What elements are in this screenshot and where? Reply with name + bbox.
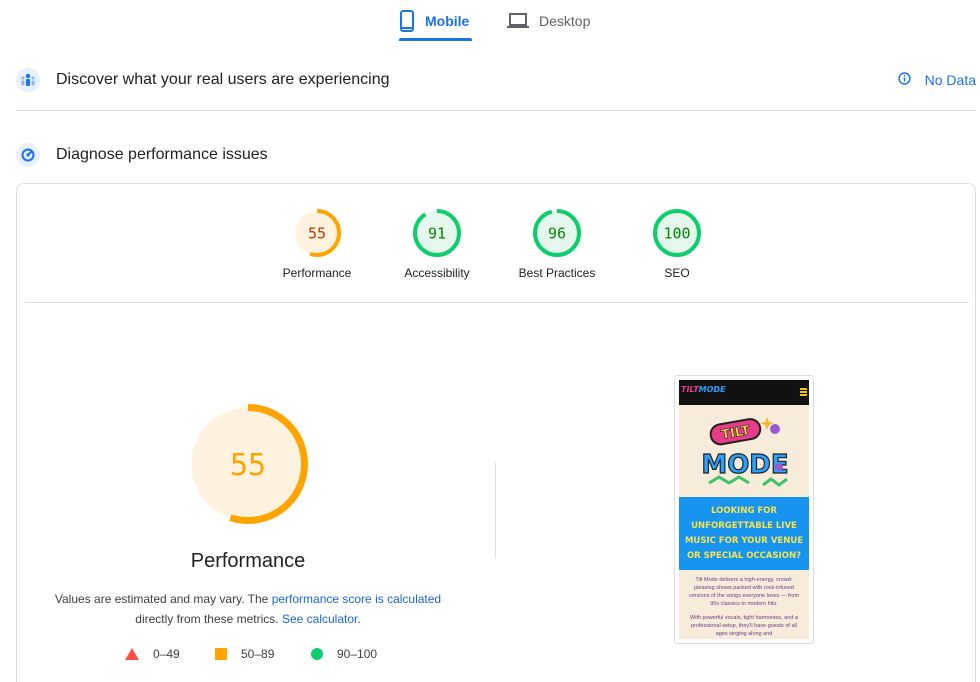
gauge-label: Accessibility xyxy=(404,266,470,280)
see-calculator-link[interactable]: See calculator xyxy=(282,612,357,626)
preview-body-paragraph-2: With powerful vocals, tight harmonies, a… xyxy=(690,615,798,637)
gauge-label: Performance xyxy=(282,266,352,280)
field-data-header[interactable]: Discover what your real users are experi… xyxy=(16,60,976,100)
laptop-icon xyxy=(507,12,529,30)
tab-desktop[interactable]: Desktop xyxy=(507,0,607,42)
preview-body: Tilt Mode delivers a high-energy, crowd-… xyxy=(679,570,809,639)
field-data-title: Discover what your real users are experi… xyxy=(56,71,390,88)
preview-body-paragraph-1: Tilt Mode delivers a high-energy, crowd-… xyxy=(688,577,800,607)
circle-icon xyxy=(311,648,323,660)
note-suffix: . xyxy=(357,612,361,626)
gauge-seo[interactable]: 100 SEO xyxy=(622,208,732,280)
gauge-score-value: 96 xyxy=(548,224,566,242)
gauge-ring: 55 xyxy=(293,209,341,257)
square-icon xyxy=(215,648,227,660)
performance-title: Performance xyxy=(190,550,306,572)
gauge-score-value: 55 xyxy=(308,224,326,242)
legend-average: 50–89 xyxy=(215,647,274,661)
diagnose-icon xyxy=(16,143,40,167)
device-tabs: Mobile Desktop xyxy=(0,0,980,44)
performance-big-gauge: 55 xyxy=(188,404,308,524)
diagnose-title: Diagnose performance issues xyxy=(56,146,268,163)
gauge-label: Best Practices xyxy=(518,266,596,280)
gauge-performance[interactable]: 55 Performance xyxy=(262,208,372,280)
vertical-divider xyxy=(495,462,496,558)
gauge-ring: 100 xyxy=(653,209,701,257)
gauge-ring: 96 xyxy=(533,209,581,257)
triangle-icon xyxy=(125,648,139,660)
section-divider xyxy=(16,110,976,111)
preview-navbar: TILTMODE xyxy=(679,380,809,405)
gauge-label: SEO xyxy=(664,266,690,280)
gauge-accessibility[interactable]: 91 Accessibility xyxy=(382,208,492,280)
users-icon xyxy=(16,68,40,92)
active-tab-indicator xyxy=(399,38,472,41)
gauge-best-practices[interactable]: 96 Best Practices xyxy=(502,208,612,280)
legend-pass: 90–100 xyxy=(311,647,377,661)
tab-mobile-label: Mobile xyxy=(425,13,470,29)
tilt-mode-logo: TILT MODE xyxy=(701,417,789,487)
score-gauges: 55 Performance 91 Accessibility 96 Best … xyxy=(17,208,977,288)
performance-score-link[interactable]: performance score is calculated xyxy=(272,592,441,606)
page-screenshot-preview[interactable]: TILTMODE TILT MODE LOOKING FOR UNFORGETT… xyxy=(674,375,814,644)
gauge-ring: 91 xyxy=(413,209,461,257)
preview-nav-logo: TILTMODE xyxy=(681,385,726,394)
preview-nav-logo-b: MODE xyxy=(698,385,726,394)
hamburger-icon xyxy=(800,388,807,396)
diagnose-header: Diagnose performance issues xyxy=(16,135,976,175)
legend-average-range: 50–89 xyxy=(241,647,275,661)
gauge-score-value: 91 xyxy=(428,224,446,242)
score-legend: 0–49 50–89 90–100 xyxy=(125,647,425,663)
gauge-score-value: 100 xyxy=(663,224,690,242)
tab-desktop-label: Desktop xyxy=(539,13,591,29)
preview-hero-logo: TILT MODE xyxy=(679,405,809,497)
no-data-status[interactable]: No Data xyxy=(897,60,976,100)
phone-icon xyxy=(399,10,415,32)
note-middle: directly from these metrics. xyxy=(135,612,279,626)
legend-fail: 0–49 xyxy=(125,647,180,661)
tab-mobile[interactable]: Mobile xyxy=(399,0,473,42)
preview-headline: LOOKING FOR UNFORGETTABLE LIVE MUSIC FOR… xyxy=(679,497,809,570)
lab-data-card: 55 Performance 91 Accessibility 96 Best … xyxy=(16,183,976,682)
gauge-score-value: 55 xyxy=(230,448,266,483)
legend-pass-range: 90–100 xyxy=(337,647,378,661)
note-prefix: Values are estimated and may vary. The xyxy=(54,592,269,606)
info-icon xyxy=(897,72,911,88)
no-data-label: No Data xyxy=(924,72,976,88)
card-divider xyxy=(25,302,969,303)
preview-nav-logo-a: TILT xyxy=(681,385,699,394)
legend-fail-range: 0–49 xyxy=(153,647,180,661)
score-note: Values are estimated and may vary. The p… xyxy=(47,589,449,629)
